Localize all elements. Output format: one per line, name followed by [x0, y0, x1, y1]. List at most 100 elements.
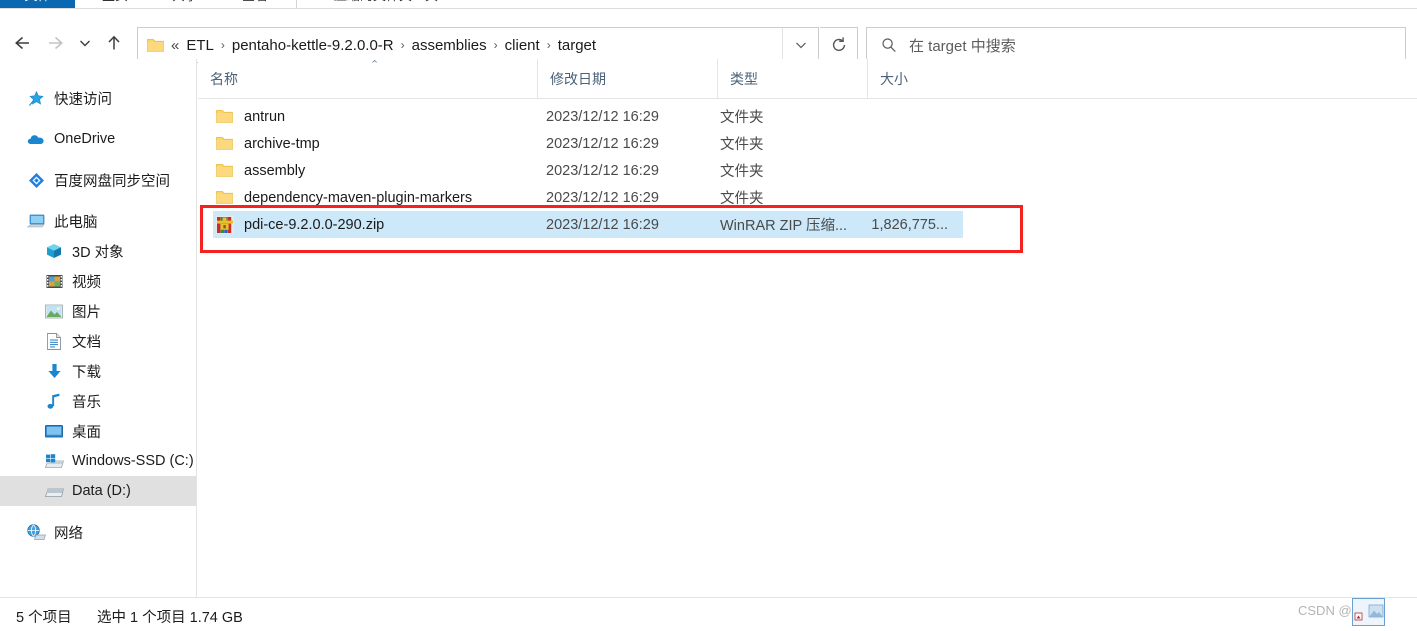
file-name: archive-tmp [244, 135, 320, 152]
search-input[interactable]: 在 target 中搜索 [909, 35, 1016, 56]
table-row[interactable]: antrun 2023/12/12 16:29 文件夹 [198, 103, 1417, 130]
breadcrumb-item-pentaho-kettle[interactable]: pentaho-kettle-9.2.0.0-R [229, 35, 397, 56]
baidu-netdisk-icon [26, 170, 46, 190]
forward-button[interactable] [42, 29, 70, 57]
breadcrumb-item-client[interactable]: client [502, 35, 543, 56]
file-size: 1,826,775... [871, 216, 948, 233]
back-button[interactable] [8, 29, 36, 57]
sidebar-item-label: 3D 对象 [72, 244, 124, 261]
ribbon-tab-compressed-folder-tools[interactable]: 压缩的文件夹工具 [306, 0, 466, 8]
sidebar-item-data-d[interactable]: Data (D:) [0, 476, 196, 506]
sidebar-item-desktop[interactable]: 桌面 [0, 416, 196, 446]
column-header-name[interactable]: 名称 ⌃ [198, 59, 537, 98]
file-rows[interactable]: antrun 2023/12/12 16:29 文件夹 archive-tmp … [198, 99, 1417, 238]
selection-status-label: 选中 1 个项目 1.74 GB [97, 610, 243, 626]
address-bar[interactable]: « ETL › pentaho-kettle-9.2.0.0-R › assem… [137, 27, 819, 63]
pictures-icon [44, 301, 64, 321]
ribbon-tab-view[interactable]: 查看 [225, 0, 285, 8]
table-row[interactable]: archive-tmp 2023/12/12 16:29 文件夹 [198, 130, 1417, 157]
drive-icon [44, 481, 64, 501]
ribbon-tab-share[interactable]: 共享 [155, 0, 215, 8]
file-type: 文件夹 [720, 164, 764, 180]
sidebar-item-music[interactable]: 音乐 [0, 386, 196, 416]
file-date: 2023/12/12 16:29 [546, 216, 659, 233]
sidebar-item-videos[interactable]: 视频 [0, 266, 196, 296]
recent-locations-button[interactable] [74, 29, 96, 57]
file-name-cell: archive-tmp [216, 136, 320, 152]
breadcrumb-separator: › [493, 38, 498, 52]
ribbon-tab-home[interactable]: 主页 [85, 0, 145, 8]
table-row[interactable]: dependency-maven-plugin-markers 2023/12/… [198, 184, 1417, 211]
file-name: dependency-maven-plugin-markers [244, 189, 473, 206]
this-pc-icon [26, 211, 46, 231]
sidebar-item-baidu-netdisk[interactable]: 百度网盘同步空间 [0, 165, 196, 195]
column-header-size-label: 大小 [880, 70, 908, 87]
column-header-date-modified[interactable]: 修改日期 [537, 59, 717, 98]
sidebar-item-label: 网络 [54, 525, 83, 542]
file-type: 文件夹 [720, 137, 764, 153]
table-row[interactable]: assembly 2023/12/12 16:29 文件夹 [198, 157, 1417, 184]
desktop-icon [44, 421, 64, 441]
file-name-cell: antrun [216, 109, 285, 125]
up-button[interactable] [100, 29, 128, 57]
file-name-cell: pdi-ce-9.2.0.0-290.zip [216, 215, 384, 234]
file-date: 2023/12/12 16:29 [546, 135, 659, 152]
file-date: 2023/12/12 16:29 [546, 162, 659, 179]
winrar-zip-icon [216, 215, 238, 234]
sidebar-item-downloads[interactable]: 下载 [0, 356, 196, 386]
sidebar-item-this-pc[interactable]: 此电脑 [0, 206, 196, 236]
file-list-pane[interactable]: 名称 ⌃ 修改日期 类型 大小 antrun 2023/12/12 16:29 … [198, 59, 1417, 597]
sidebar-item-3d-objects[interactable]: 3D 对象 [0, 236, 196, 266]
sidebar-item-label: 百度网盘同步空间 [54, 173, 170, 190]
sidebar-item-label: 视频 [72, 274, 101, 291]
sidebar-item-windows-ssd-c[interactable]: Windows-SSD (C:) [0, 446, 196, 476]
sidebar-item-label: Data (D:) [72, 483, 131, 499]
ribbon-separator [296, 0, 297, 8]
file-date: 2023/12/12 16:29 [546, 108, 659, 125]
column-header-size[interactable]: 大小 [867, 59, 968, 98]
network-icon [26, 522, 46, 542]
column-header-date-label: 修改日期 [550, 70, 606, 87]
sidebar-item-label: 文档 [72, 334, 101, 351]
search-box[interactable]: 在 target 中搜索 [866, 27, 1406, 63]
file-date: 2023/12/12 16:29 [546, 189, 659, 206]
sidebar-item-label: 快速访问 [54, 91, 112, 108]
refresh-button[interactable] [820, 27, 858, 63]
file-type: 文件夹 [720, 191, 764, 207]
navigation-pane[interactable]: 快速访问 OneDrive 百度网盘同步空间 此电脑 3D 对象 视频 图片 文… [0, 59, 197, 597]
chevron-down-icon[interactable] [782, 28, 818, 62]
breadcrumb-item-etl[interactable]: ETL [183, 35, 217, 56]
breadcrumb-separator: › [400, 38, 405, 52]
documents-icon [44, 331, 64, 351]
file-name: antrun [244, 108, 286, 125]
sidebar-item-documents[interactable]: 文档 [0, 326, 196, 356]
file-name-cell: assembly [216, 163, 305, 179]
sort-ascending-icon: ⌃ [370, 59, 380, 71]
music-icon [44, 391, 64, 411]
column-header-type[interactable]: 类型 [717, 59, 867, 98]
breadcrumb[interactable]: « ETL › pentaho-kettle-9.2.0.0-R › assem… [169, 35, 782, 56]
system-drive-icon [44, 451, 64, 471]
column-header-name-label: 名称 [210, 70, 238, 87]
downloads-icon [44, 361, 64, 381]
file-name-cell: dependency-maven-plugin-markers [216, 190, 472, 206]
folder-icon [216, 136, 238, 151]
breadcrumb-root-overflow[interactable]: « [171, 37, 179, 54]
csdn-watermark: CSDN @ [1298, 603, 1352, 618]
sidebar-item-pictures[interactable]: 图片 [0, 296, 196, 326]
sidebar-item-label: Windows-SSD (C:) [72, 453, 194, 469]
breadcrumb-item-target[interactable]: target [555, 35, 599, 56]
sidebar-item-network[interactable]: 网络 [0, 517, 196, 547]
sidebar-item-onedrive[interactable]: OneDrive [0, 124, 196, 154]
folder-icon [216, 190, 238, 205]
cloud-icon [26, 129, 46, 149]
table-row[interactable]: pdi-ce-9.2.0.0-290.zip 2023/12/12 16:29 … [213, 211, 963, 238]
videos-icon [44, 271, 64, 291]
pin-star-icon [26, 88, 46, 108]
breadcrumb-item-assemblies[interactable]: assemblies [409, 35, 490, 56]
ribbon-tab-strip: 文件 主页 共享 查看 压缩的文件夹工具 [0, 0, 1417, 9]
sidebar-item-quick-access[interactable]: 快速访问 [0, 83, 196, 113]
ribbon-tab-file[interactable]: 文件 [0, 0, 75, 8]
